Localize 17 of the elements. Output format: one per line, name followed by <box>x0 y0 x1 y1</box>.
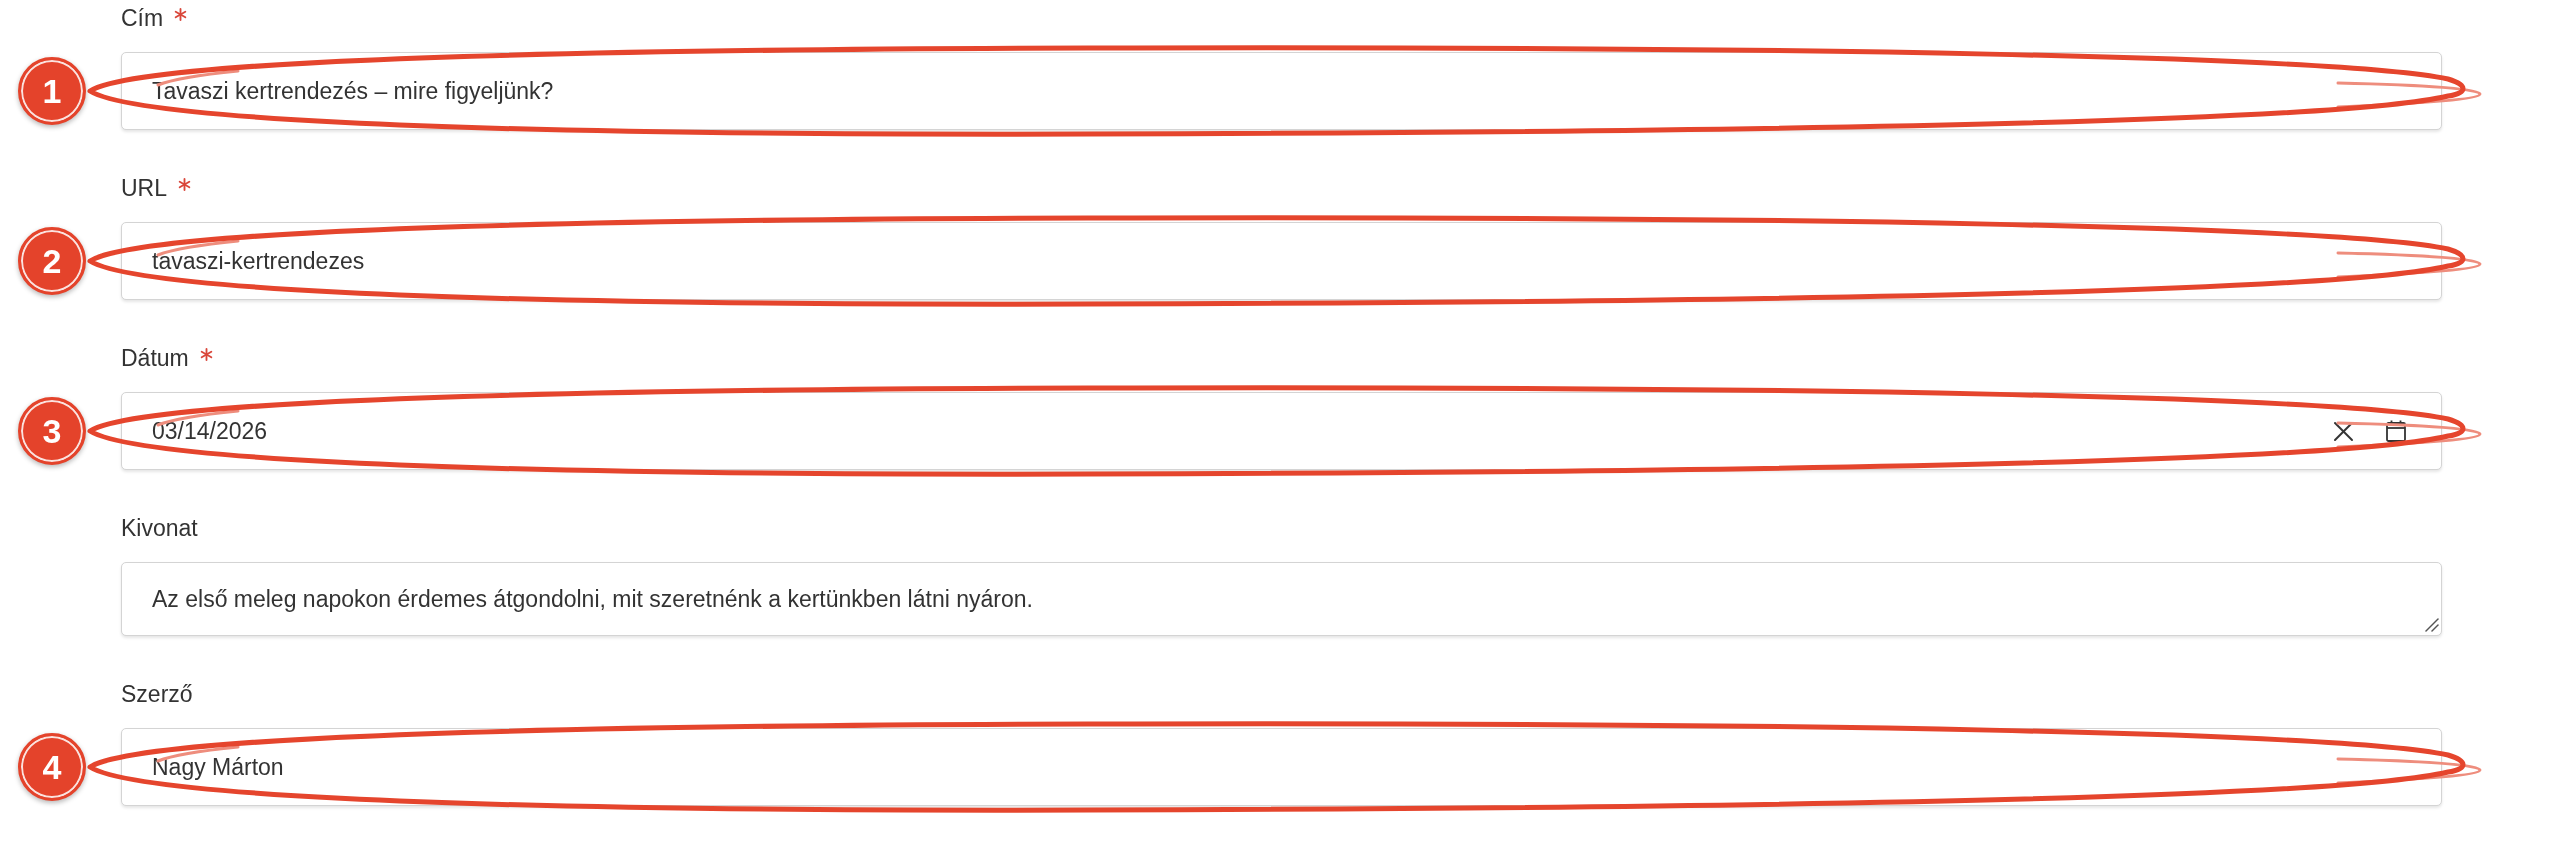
annotation-number: 3 <box>18 397 86 465</box>
clear-icon[interactable] <box>2333 420 2354 442</box>
annotation-number: 4 <box>18 733 86 801</box>
resize-grip-icon[interactable] <box>2425 618 2439 632</box>
field-label: URL <box>121 174 167 203</box>
date-field[interactable]: 03/14/2026 <box>121 392 2442 470</box>
text-field[interactable]: tavaszi-kertrendezes <box>121 222 2442 300</box>
calendar-icon[interactable] <box>2386 420 2406 442</box>
text-area[interactable]: Az első meleg napokon érdemes átgondolni, mit szeretnénk a kertünkben látni nyáron. <box>121 562 2442 636</box>
field-label: Cím <box>121 4 164 33</box>
text-field[interactable]: Nagy Márton <box>121 728 2442 806</box>
text-field[interactable]: Tavaszi kertrendezés – mire figyeljünk? <box>121 52 2442 130</box>
field-label: Kivonat <box>121 514 198 543</box>
field-label: Dátum <box>121 344 189 373</box>
annotation-number: 1 <box>18 57 86 125</box>
field-label: Szerző <box>121 680 193 709</box>
annotation-number: 2 <box>18 227 86 295</box>
